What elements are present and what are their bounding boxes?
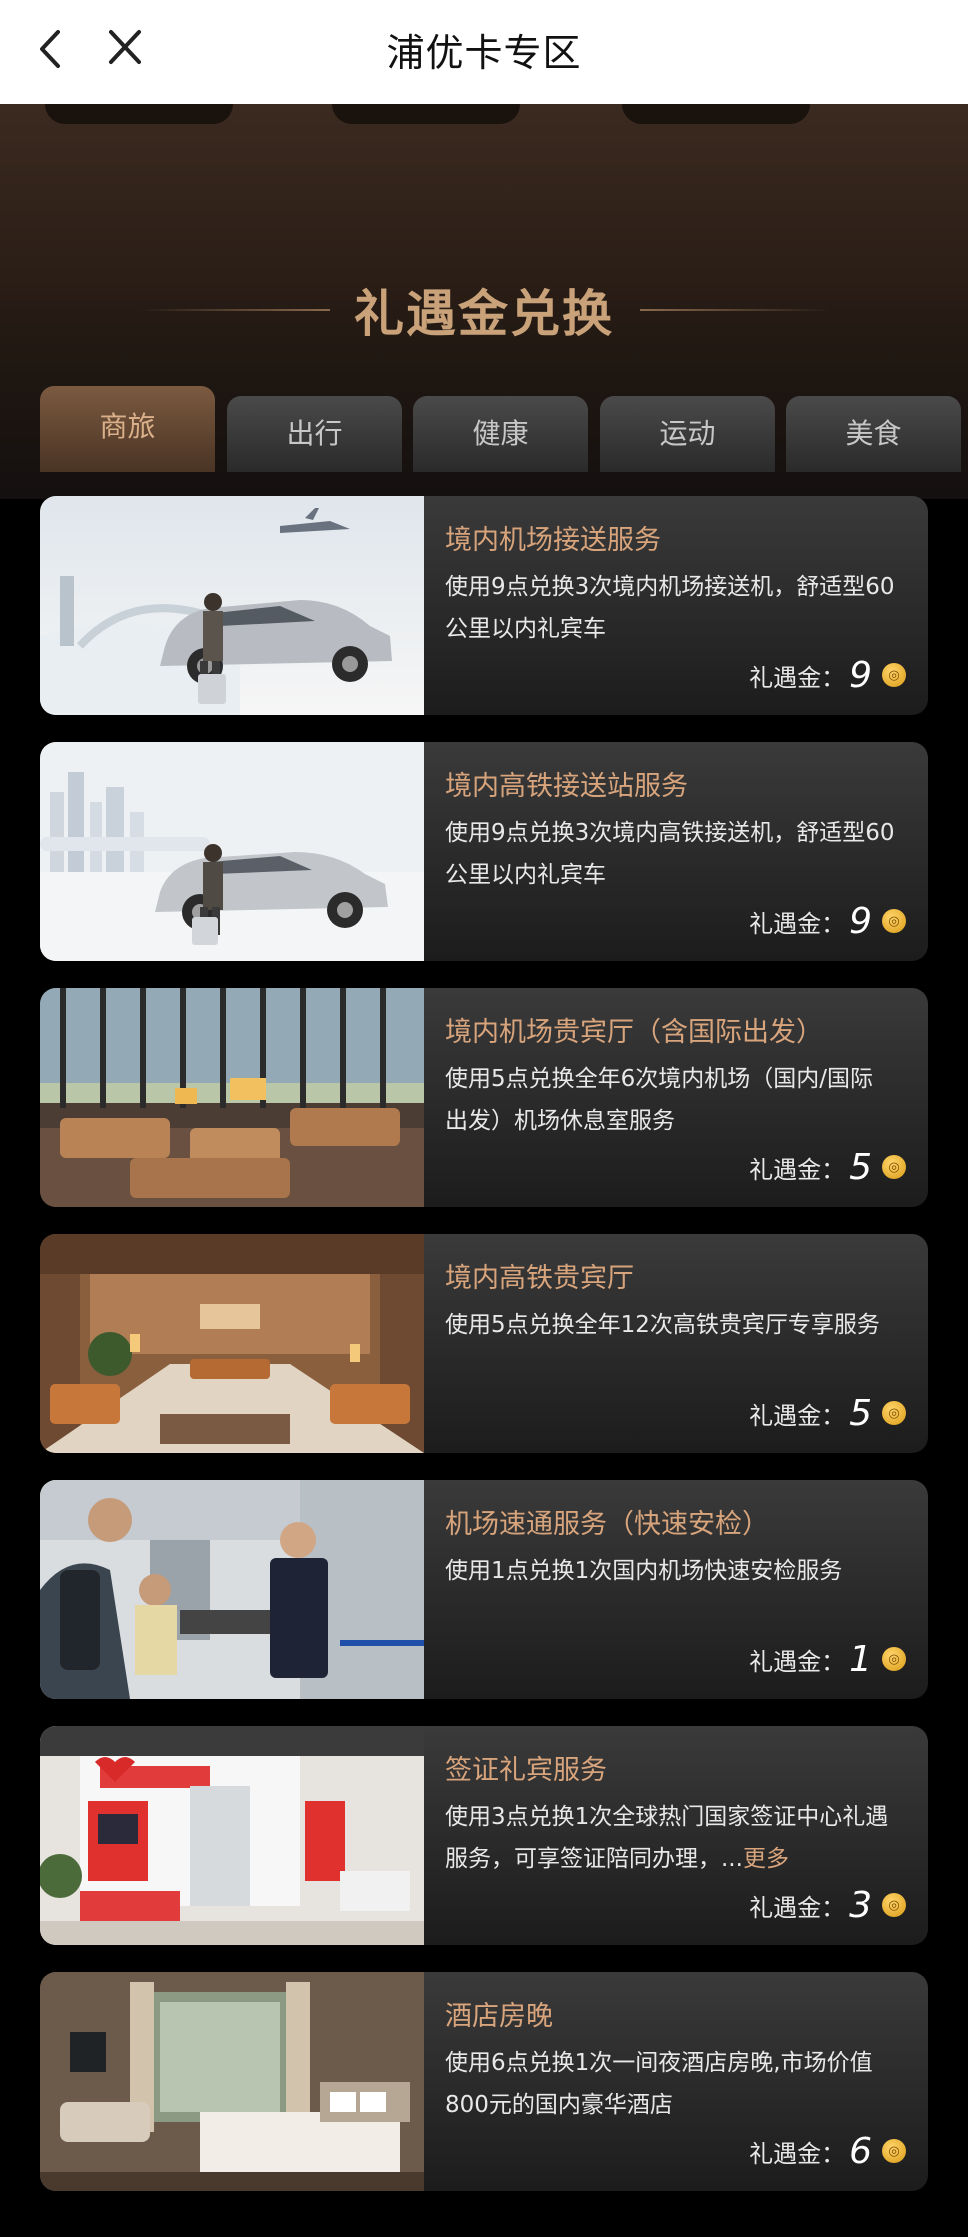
benefit-price: 礼遇金： 6 ◎ xyxy=(749,2130,906,2172)
price-label: 礼遇金： xyxy=(749,1647,846,1676)
benefit-card-airport-lounge[interactable]: 境内机场贵宾厅（含国际出发） 使用5点兑换全年6次境内机场（国内/国际出发）机场… xyxy=(40,988,928,1207)
benefit-description: 使用1点兑换1次国内机场快速安检服务 xyxy=(445,1558,843,1584)
price-value: 3 xyxy=(849,1884,872,1926)
benefit-card-airport-transfer[interactable]: 境内机场接送服务 使用9点兑换3次境内机场接送机，舒适型60公里以内礼宾车 礼遇… xyxy=(40,496,928,715)
price-value: 5 xyxy=(849,1392,872,1434)
benefit-price: 礼遇金： 5 ◎ xyxy=(749,1392,906,1434)
tab-transport[interactable]: 出行 xyxy=(227,396,402,472)
benefit-title: 境内机场贵宾厅（含国际出发） xyxy=(445,1017,823,1048)
tab-food[interactable]: 美食 xyxy=(786,396,961,472)
price-value: 5 xyxy=(849,1146,872,1188)
price-value: 9 xyxy=(849,654,872,696)
benefit-price: 礼遇金： 9 ◎ xyxy=(749,900,906,942)
price-label: 礼遇金： xyxy=(749,1155,846,1184)
price-label: 礼遇金： xyxy=(749,2139,846,2168)
coin-icon: ◎ xyxy=(882,909,906,933)
benefit-price: 礼遇金： 9 ◎ xyxy=(749,654,906,696)
coin-icon: ◎ xyxy=(882,1155,906,1179)
tab-sports[interactable]: 运动 xyxy=(600,396,775,472)
benefit-title: 境内机场接送服务 xyxy=(445,525,661,556)
coin-icon: ◎ xyxy=(882,1893,906,1917)
benefit-price: 礼遇金： 5 ◎ xyxy=(749,1146,906,1188)
benefit-description: 使用3点兑换1次全球热门国家签证中心礼遇服务，可享签证陪同办理，...更多 xyxy=(445,1804,889,1872)
benefit-card-train-transfer[interactable]: 境内高铁接送站服务 使用9点兑换3次境内高铁接送机，舒适型60公里以内礼宾车 礼… xyxy=(40,742,928,961)
benefit-card-visa-service[interactable]: 签证礼宾服务 使用3点兑换1次全球热门国家签证中心礼遇服务，可享签证陪同办理，.… xyxy=(40,1726,928,1945)
coin-icon: ◎ xyxy=(882,1401,906,1425)
tab-business-travel[interactable]: 商旅 xyxy=(40,386,215,472)
benefit-card-train-lounge[interactable]: 境内高铁贵宾厅 使用5点兑换全年12次高铁贵宾厅专享服务 礼遇金： 5 ◎ xyxy=(40,1234,928,1453)
benefit-card-hotel-night[interactable]: 酒店房晚 使用6点兑换1次一间夜酒店房晚,市场价值800元的国内豪华酒店 礼遇金… xyxy=(40,1972,928,2191)
benefit-title: 机场速通服务（快速安检） xyxy=(445,1509,769,1540)
price-value: 6 xyxy=(849,2130,872,2172)
section-header-banner: 礼遇金兑换 商旅 出行 健康 运动 美食 xyxy=(0,98,968,502)
hotel-room-image xyxy=(40,1972,424,2191)
benefit-title: 签证礼宾服务 xyxy=(445,1755,607,1786)
coin-icon: ◎ xyxy=(882,1647,906,1671)
airport-car-image xyxy=(40,496,424,715)
benefit-card-fast-security[interactable]: 机场速通服务（快速安检） 使用1点兑换1次国内机场快速安检服务 礼遇金： 1 ◎ xyxy=(40,1480,928,1699)
benefit-list: 境内机场接送服务 使用9点兑换3次境内机场接送机，舒适型60公里以内礼宾车 礼遇… xyxy=(40,496,928,2218)
page-title: 浦优卡专区 xyxy=(386,31,582,75)
train-car-image xyxy=(40,742,424,961)
category-tabs: 商旅 出行 健康 运动 美食 xyxy=(40,382,968,502)
train-lounge-image xyxy=(40,1234,424,1453)
more-link[interactable]: 更多 xyxy=(743,1846,789,1872)
benefit-description: 使用9点兑换3次境内高铁接送机，舒适型60公里以内礼宾车 xyxy=(445,820,895,888)
price-label: 礼遇金： xyxy=(749,663,846,692)
price-value: 1 xyxy=(849,1638,872,1680)
divider xyxy=(640,309,830,311)
benefit-title: 酒店房晚 xyxy=(445,2001,553,2032)
top-nav-bar: 浦优卡专区 xyxy=(0,0,968,104)
coin-icon: ◎ xyxy=(882,2139,906,2163)
benefit-title: 境内高铁贵宾厅 xyxy=(445,1263,634,1294)
price-value: 9 xyxy=(849,900,872,942)
tab-health[interactable]: 健康 xyxy=(413,396,588,472)
security-check-image xyxy=(40,1480,424,1699)
price-label: 礼遇金： xyxy=(749,1893,846,1922)
price-label: 礼遇金： xyxy=(749,1401,846,1430)
benefit-description: 使用9点兑换3次境内机场接送机，舒适型60公里以内礼宾车 xyxy=(445,574,895,642)
benefit-price: 礼遇金： 3 ◎ xyxy=(749,1884,906,1926)
price-label: 礼遇金： xyxy=(749,909,846,938)
benefit-price: 礼遇金： 1 ◎ xyxy=(749,1638,906,1680)
benefit-description: 使用5点兑换全年12次高铁贵宾厅专享服务 xyxy=(445,1312,880,1338)
benefit-description: 使用5点兑换全年6次境内机场（国内/国际出发）机场休息室服务 xyxy=(445,1066,874,1134)
visa-center-image xyxy=(40,1726,424,1945)
benefit-title: 境内高铁接送站服务 xyxy=(445,771,688,802)
coin-icon: ◎ xyxy=(882,663,906,687)
benefit-description: 使用6点兑换1次一间夜酒店房晚,市场价值800元的国内豪华酒店 xyxy=(445,2050,873,2118)
airport-lounge-image xyxy=(40,988,424,1207)
